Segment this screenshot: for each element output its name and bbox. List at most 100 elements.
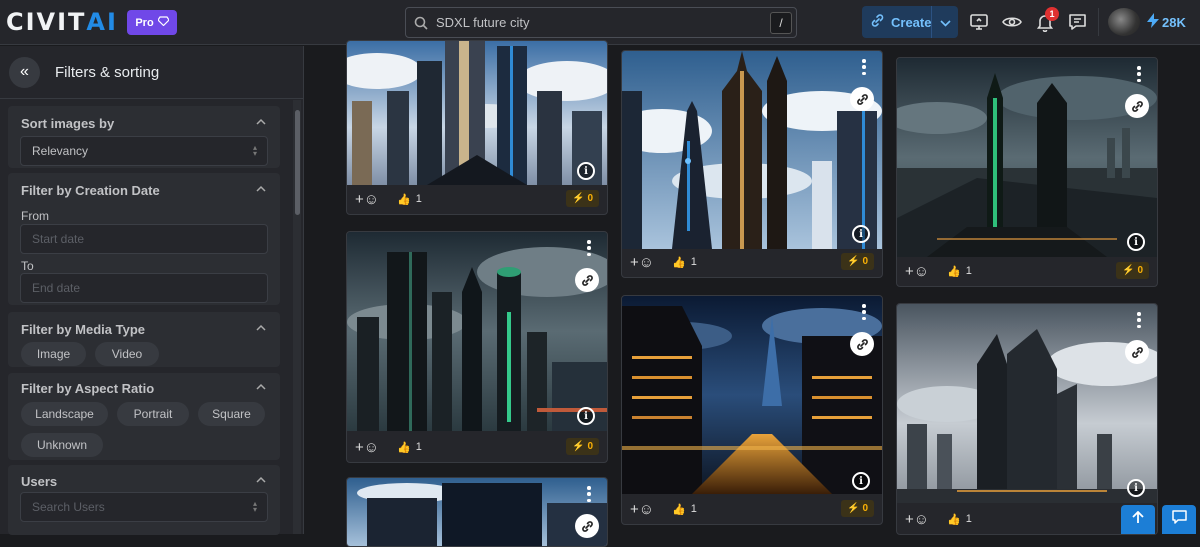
civitai-logo[interactable]: CIVIT AI — [6, 8, 118, 36]
add-reaction-icon[interactable]: +☺ — [905, 263, 929, 280]
buzz-amount: 28K — [1162, 14, 1186, 30]
media-video-chip[interactable]: Video — [95, 342, 159, 366]
like-button[interactable]: 👍 1 — [947, 513, 972, 526]
link-icon[interactable] — [850, 332, 874, 356]
like-count: 1 — [965, 513, 972, 525]
add-reaction-icon[interactable]: +☺ — [905, 511, 929, 528]
bolt-icon: ⚡ — [571, 193, 585, 204]
diamond-icon — [156, 16, 170, 29]
more-options-icon[interactable] — [862, 59, 866, 75]
chevron-up-icon[interactable] — [256, 117, 266, 127]
start-date-input[interactable]: Start date — [20, 224, 268, 254]
more-options-icon[interactable] — [862, 304, 866, 320]
aspect-unknown-chip[interactable]: Unknown — [21, 433, 103, 457]
chevron-down-icon — [939, 15, 951, 30]
aspect-landscape-chip[interactable]: Landscape — [21, 402, 108, 426]
image-card[interactable]: i +☺ 👍 1 — [896, 303, 1158, 535]
sidebar-scroll-thumb[interactable] — [295, 110, 300, 215]
add-reaction-icon[interactable]: +☺ — [355, 439, 379, 456]
buzz-balance[interactable]: 28K — [1147, 13, 1186, 31]
link-icon[interactable] — [1125, 340, 1149, 364]
buzz-tip-button[interactable]: ⚡ 0 — [1115, 262, 1149, 279]
buzz-tip-button[interactable]: ⚡ 0 — [840, 500, 874, 517]
card-image[interactable] — [347, 41, 607, 185]
info-icon[interactable]: i — [577, 407, 595, 425]
card-image[interactable] — [347, 478, 607, 547]
image-card[interactable]: i +☺ 👍 1 ⚡ 0 — [621, 295, 883, 525]
image-card[interactable]: i +☺ 👍 1 ⚡ 0 — [346, 40, 608, 215]
like-icon: 👍 — [672, 256, 686, 269]
buzz-count: 0 — [862, 503, 868, 514]
search-users-placeholder: Search Users — [32, 500, 105, 514]
feedback-button[interactable] — [1162, 505, 1196, 534]
like-icon: 👍 — [947, 513, 961, 526]
create-main[interactable]: Create — [862, 6, 932, 38]
add-reaction-icon[interactable]: +☺ — [630, 501, 654, 518]
like-button[interactable]: 👍 1 — [672, 256, 697, 269]
users-section: Users Search Users ▴ ▾ — [8, 465, 280, 535]
search-users-input[interactable]: Search Users ▴ ▾ — [20, 492, 268, 522]
aspect-portrait-chip[interactable]: Portrait — [117, 402, 189, 426]
eye-icon[interactable] — [1001, 11, 1023, 33]
link-icon[interactable] — [850, 87, 874, 111]
like-icon: 👍 — [947, 265, 961, 278]
sort-select[interactable]: Relevancy ▴ ▾ — [20, 136, 268, 166]
notification-badge: 1 — [1045, 7, 1059, 21]
more-options-icon[interactable] — [1137, 312, 1141, 328]
card-image[interactable] — [622, 296, 882, 494]
link-icon[interactable] — [1125, 94, 1149, 118]
chat-icon[interactable] — [1066, 11, 1088, 33]
card-image[interactable] — [897, 58, 1157, 257]
more-options-icon[interactable] — [587, 486, 591, 502]
link-icon[interactable] — [575, 268, 599, 292]
like-count: 1 — [415, 441, 422, 453]
collapse-icon[interactable]: « — [9, 56, 40, 88]
to-label: To — [21, 259, 34, 273]
image-card[interactable]: i +☺ 👍 1 ⚡ 0 — [346, 231, 608, 463]
create-button[interactable]: Create — [862, 6, 958, 38]
end-date-input[interactable]: End date — [20, 273, 268, 303]
more-options-icon[interactable] — [587, 240, 591, 256]
bolt-icon — [1147, 13, 1159, 31]
pro-button[interactable]: Pro — [127, 10, 177, 35]
card-image[interactable] — [347, 232, 607, 431]
more-options-icon[interactable] — [1137, 66, 1141, 82]
like-button[interactable]: 👍 1 — [397, 441, 422, 454]
link-icon[interactable] — [575, 514, 599, 538]
chevron-up-icon[interactable] — [256, 475, 266, 485]
chevron-up-icon[interactable] — [256, 382, 266, 392]
chevron-up-icon[interactable] — [256, 323, 266, 333]
user-avatar[interactable] — [1108, 8, 1140, 36]
create-dropdown[interactable] — [932, 15, 958, 30]
chevron-up-icon[interactable] — [256, 184, 266, 194]
buzz-tip-button[interactable]: ⚡ 0 — [565, 190, 599, 207]
logo-text: CIVIT — [6, 8, 87, 36]
search-bar[interactable]: SDXL future city / — [405, 7, 797, 38]
add-reaction-icon[interactable]: +☺ — [630, 254, 654, 271]
search-input[interactable]: SDXL future city — [436, 15, 770, 30]
buzz-tip-button[interactable]: ⚡ 0 — [565, 438, 599, 455]
aspect-square-chip[interactable]: Square — [198, 402, 265, 426]
image-card[interactable] — [346, 477, 608, 547]
info-icon[interactable]: i — [577, 162, 595, 180]
sort-section: Sort images by Relevancy ▴ ▾ — [8, 106, 280, 168]
card-image[interactable] — [897, 304, 1157, 503]
select-arrows-icon: ▴ ▾ — [252, 143, 257, 158]
like-button[interactable]: 👍 1 — [672, 503, 697, 516]
scroll-top-button[interactable] — [1121, 505, 1155, 534]
logo-text-accent: AI — [86, 8, 118, 36]
info-icon[interactable]: i — [852, 225, 870, 243]
info-icon[interactable]: i — [1127, 479, 1145, 497]
like-count: 1 — [690, 503, 697, 515]
image-card[interactable]: i +☺ 👍 1 ⚡ 0 — [896, 57, 1158, 287]
info-icon[interactable]: i — [852, 472, 870, 490]
like-button[interactable]: 👍 1 — [397, 193, 422, 206]
buzz-tip-button[interactable]: ⚡ 0 — [840, 253, 874, 270]
info-icon[interactable]: i — [1127, 233, 1145, 251]
image-card[interactable]: i +☺ 👍 1 ⚡ 0 — [621, 50, 883, 278]
media-image-chip[interactable]: Image — [21, 342, 86, 366]
like-button[interactable]: 👍 1 — [947, 265, 972, 278]
add-reaction-icon[interactable]: +☺ — [355, 191, 379, 208]
card-image[interactable] — [622, 51, 882, 249]
cast-icon[interactable] — [968, 11, 990, 33]
